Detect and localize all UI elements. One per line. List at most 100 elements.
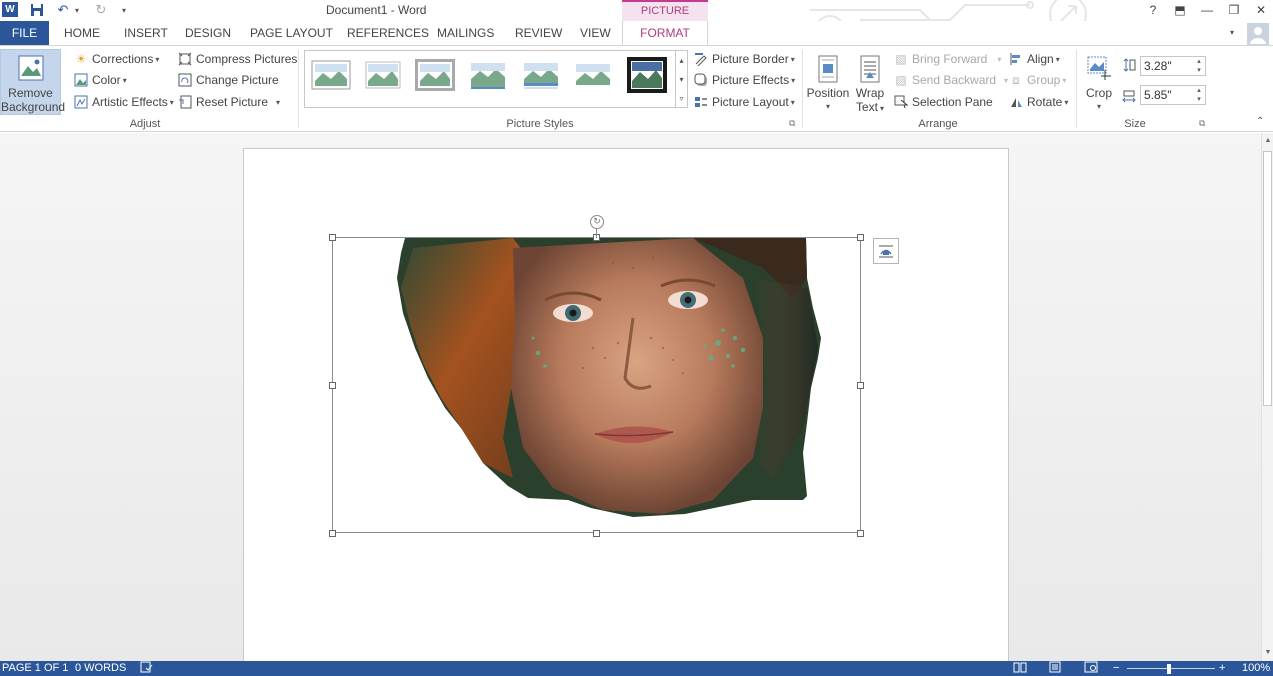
tab-review[interactable]: REVIEW — [515, 21, 562, 45]
bring-forward-button[interactable]: ▧ Bring Forward ▾ — [894, 52, 1001, 66]
width-spinner[interactable]: 5.85" ▴ ▾ — [1140, 85, 1206, 105]
group-icon: ⧈ — [1012, 73, 1020, 87]
chevron-down-icon: ▾ — [1055, 54, 1060, 64]
tab-home[interactable]: HOME — [64, 21, 100, 45]
resize-handle-top-left[interactable] — [329, 234, 336, 241]
change-picture-button[interactable]: Change Picture — [178, 73, 279, 87]
corrections-label: Corrections — [92, 52, 154, 66]
spinner-arrows-icon[interactable]: ▴ ▾ — [1195, 57, 1203, 75]
close-icon[interactable]: ✕ — [1251, 1, 1271, 19]
tab-insert[interactable]: INSERT — [124, 21, 168, 45]
redo-icon[interactable]: ↻ — [92, 0, 110, 20]
layout-options-button[interactable] — [873, 238, 899, 264]
scrollbar-thumb[interactable] — [1263, 151, 1272, 406]
help-icon[interactable]: ? — [1143, 1, 1163, 19]
collapse-ribbon-icon[interactable]: ⌃ — [1256, 116, 1264, 127]
picture-style-drop-shadow[interactable] — [468, 59, 508, 91]
corrections-button[interactable]: ☀ Corrections ▾ — [74, 52, 160, 66]
artistic-effects-label: Artistic Effects — [92, 95, 168, 109]
tab-mailings[interactable]: MAILINGS — [437, 21, 494, 45]
tab-format[interactable]: FORMAT — [622, 21, 708, 45]
width-value: 5.85" — [1144, 88, 1172, 102]
proofing-icon[interactable] — [140, 661, 153, 676]
scroll-up-icon[interactable]: ▲ — [1262, 135, 1273, 147]
zoom-slider-thumb[interactable] — [1167, 664, 1171, 674]
word-logo-icon[interactable]: W — [2, 2, 18, 17]
customize-quick-access-icon[interactable]: ▾ — [118, 0, 130, 20]
crop-button[interactable]: Crop ▾ — [1082, 50, 1116, 114]
wrap-text-button[interactable]: Wrap Text ▾ — [850, 50, 890, 116]
rotate-icon — [1009, 95, 1023, 109]
account-dropdown-icon[interactable]: ▾ — [1230, 21, 1242, 45]
restore-icon[interactable]: ❐ — [1224, 1, 1244, 19]
picture-styles-dialog-launcher-icon[interactable]: ⧉ — [789, 118, 795, 129]
tab-page-layout[interactable]: PAGE LAYOUT — [250, 21, 333, 45]
web-layout-icon[interactable] — [1084, 661, 1098, 676]
scroll-down-icon[interactable]: ▼ — [1262, 647, 1273, 659]
zoom-level[interactable]: 100% — [1242, 661, 1270, 676]
undo-dropdown-icon[interactable]: ▾ — [72, 0, 82, 20]
zoom-slider-track[interactable] — [1127, 668, 1215, 669]
artistic-effects-button[interactable]: Artistic Effects ▾ — [74, 95, 174, 109]
picture-style-thick-black-frame[interactable] — [626, 56, 668, 94]
align-button[interactable]: Align ▾ — [1009, 52, 1060, 66]
rotate-button[interactable]: Rotate ▾ — [1009, 95, 1068, 109]
undo-icon[interactable]: ↶ — [55, 0, 71, 20]
picture-style-soft-edge[interactable] — [363, 59, 403, 91]
read-mode-icon[interactable] — [1013, 661, 1027, 676]
picture-styles-group-label: Picture Styles — [506, 118, 574, 130]
tab-file[interactable]: FILE — [0, 21, 49, 45]
rotation-handle-icon[interactable]: ↻ — [590, 215, 604, 229]
tab-design[interactable]: DESIGN — [185, 21, 231, 45]
resize-handle-bottom-left[interactable] — [329, 530, 336, 537]
compress-pictures-button[interactable]: Compress Pictures — [178, 52, 297, 66]
picture-style-beveled[interactable] — [415, 59, 455, 91]
zoom-in-button[interactable]: + — [1219, 661, 1225, 676]
position-button[interactable]: Position ▾ — [806, 50, 850, 114]
tab-view[interactable]: VIEW — [580, 21, 611, 45]
selection-pane-button[interactable]: Selection Pane — [894, 95, 993, 109]
picture-border-button[interactable]: Picture Border ▾ — [694, 52, 795, 67]
change-picture-label: Change Picture — [196, 73, 279, 87]
resize-handle-left[interactable] — [329, 382, 336, 389]
size-dialog-launcher-icon[interactable]: ⧉ — [1199, 118, 1205, 129]
gallery-scroll-up-icon[interactable]: ▴ — [675, 51, 687, 70]
chevron-down-icon: ▾ — [122, 75, 127, 85]
vertical-scrollbar[interactable]: ▲ ▼ — [1261, 133, 1273, 661]
picture-effects-button[interactable]: Picture Effects ▾ — [694, 73, 795, 87]
height-spinner[interactable]: 3.28" ▴ ▾ — [1140, 56, 1206, 76]
picture-layout-button[interactable]: Picture Layout ▾ — [694, 95, 795, 109]
user-avatar[interactable] — [1247, 23, 1269, 45]
print-layout-icon[interactable] — [1048, 661, 1062, 676]
rotate-label: Rotate — [1027, 95, 1063, 109]
color-button[interactable]: Color ▾ — [74, 73, 127, 87]
resize-handle-right[interactable] — [857, 382, 864, 389]
tab-references[interactable]: REFERENCES — [347, 21, 429, 45]
rotation-handle-stem — [596, 228, 597, 238]
chevron-down-icon: ▾ — [791, 75, 796, 85]
picture-style-reflected[interactable] — [521, 59, 561, 91]
reset-picture-button[interactable]: Reset Picture ▾ — [178, 95, 280, 109]
picture-style-simple-frame[interactable] — [311, 59, 351, 91]
group-button[interactable]: ⧈ Group ▾ — [1009, 73, 1066, 87]
send-backward-button[interactable]: ▨ Send Backward ▾ — [894, 73, 1008, 87]
height-value: 3.28" — [1144, 59, 1172, 73]
minimize-icon[interactable]: — — [1197, 1, 1217, 19]
group-separator — [802, 50, 803, 128]
resize-handle-bottom[interactable] — [593, 530, 600, 537]
picture-style-rounded[interactable] — [573, 59, 613, 91]
word-count[interactable]: 0 WORDS — [75, 661, 126, 676]
gallery-scroll-down-icon[interactable]: ▾ — [675, 70, 687, 89]
arrange-group-label: Arrange — [918, 118, 958, 130]
gallery-more-icon[interactable]: ▿ — [675, 89, 687, 108]
save-icon[interactable] — [28, 0, 46, 20]
chevron-down-icon: ▾ — [825, 102, 830, 111]
remove-background-button[interactable]: Remove Background — [0, 49, 65, 115]
resize-handle-top-right[interactable] — [857, 234, 864, 241]
spinner-arrows-icon[interactable]: ▴ ▾ — [1195, 86, 1203, 104]
resize-handle-bottom-right[interactable] — [857, 530, 864, 537]
page-count[interactable]: PAGE 1 OF 1 — [2, 661, 68, 676]
ribbon-display-options-icon[interactable]: ⬒ — [1170, 1, 1190, 19]
zoom-out-button[interactable]: − — [1113, 661, 1119, 676]
chevron-down-icon: ▾ — [276, 97, 281, 107]
